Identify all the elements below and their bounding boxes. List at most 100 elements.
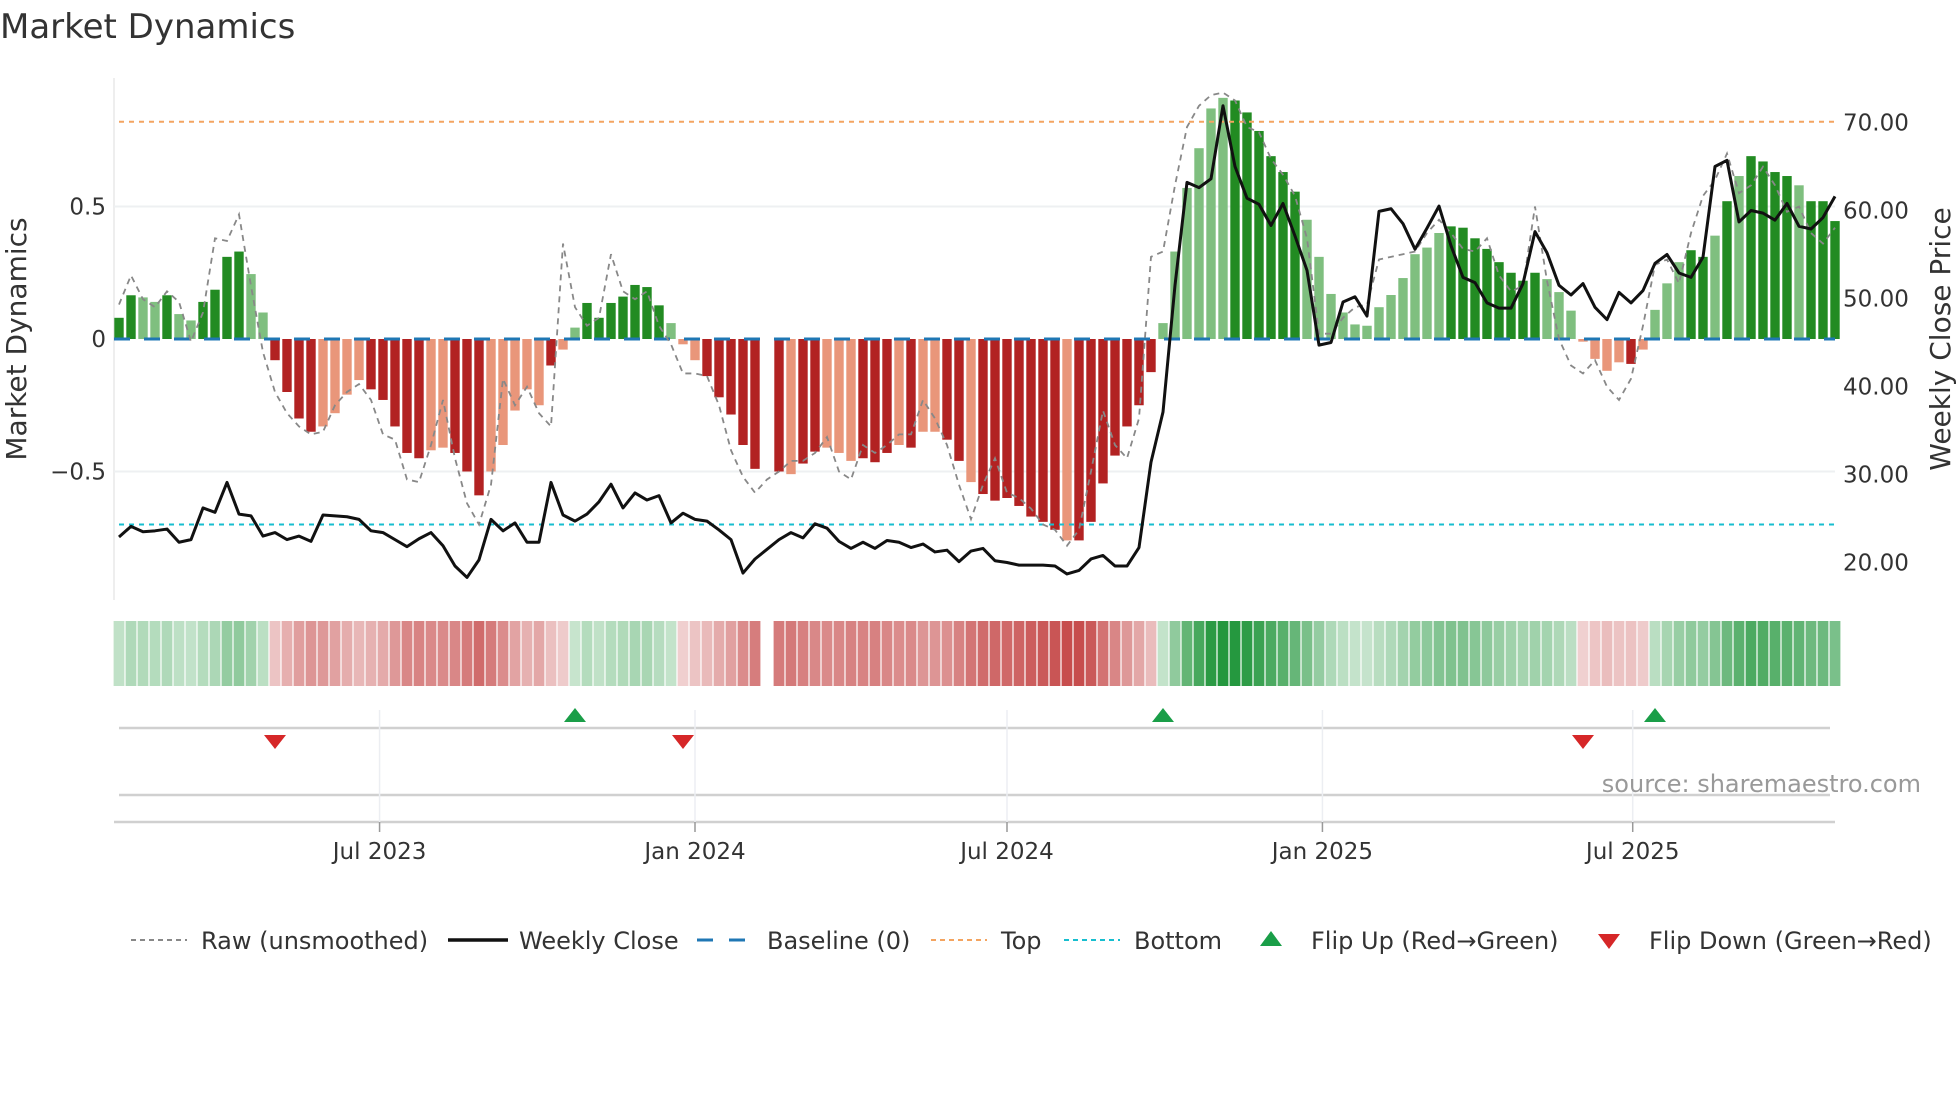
- heat-strip-cell: [1433, 621, 1445, 686]
- momentum-bar: [834, 339, 844, 453]
- heat-strip-cell: [1277, 621, 1289, 686]
- momentum-bar: [1242, 112, 1252, 339]
- heat-strip-cell: [1637, 621, 1649, 686]
- weekly-close-line: [118, 104, 1837, 579]
- heat-strip-cell: [857, 621, 869, 686]
- heat-strip-cell: [1769, 621, 1781, 686]
- momentum-bar: [1266, 156, 1276, 339]
- momentum-bar: [294, 339, 304, 419]
- heat-strip-cell: [1553, 621, 1565, 686]
- heat-strip-cell: [1829, 621, 1841, 686]
- heat-strip-cell: [341, 621, 353, 686]
- flip-up-marker: [564, 708, 586, 722]
- momentum-bar: [522, 339, 532, 390]
- momentum-bar: [282, 339, 292, 392]
- heat-strip-cell: [209, 621, 221, 686]
- momentum-bar: [126, 295, 136, 339]
- heat-strip-cell: [1337, 621, 1349, 686]
- heat-strip-cell: [425, 621, 437, 686]
- heat-strip-cell: [1649, 621, 1661, 686]
- heat-strip-cell: [1205, 621, 1217, 686]
- momentum-bar: [1290, 191, 1300, 339]
- heat-strip-cell: [329, 621, 341, 686]
- momentum-bar: [1710, 235, 1720, 339]
- legend-label-flip-up: Flip Up (Red→Green): [1311, 927, 1559, 955]
- heat-strip-cell: [1061, 621, 1073, 686]
- heat-strip-cell: [905, 621, 917, 686]
- momentum-bar: [774, 339, 784, 472]
- momentum-bar: [438, 339, 448, 448]
- heat-strip-cell: [161, 621, 173, 686]
- heat-strip-cell: [1037, 621, 1049, 686]
- heat-strip-cell: [125, 621, 137, 686]
- heat-strip-cell: [293, 621, 305, 686]
- heat-strip-cell: [965, 621, 977, 686]
- momentum-bar: [162, 295, 172, 339]
- flip-up-marker: [1152, 708, 1174, 722]
- heat-strip-cell: [1529, 621, 1541, 686]
- momentum-bar: [858, 339, 868, 459]
- momentum-bar: [1686, 250, 1696, 339]
- heat-strip-cell: [1085, 621, 1097, 686]
- y-axis-label: Market Dynamics: [0, 217, 33, 460]
- heat-strip-cell: [701, 621, 713, 686]
- momentum-bar: [618, 296, 628, 339]
- momentum-bar: [1134, 339, 1144, 406]
- heat-strip-cell: [1697, 621, 1709, 686]
- heat-strip-cell: [1541, 621, 1553, 686]
- heat-strip-cell: [1409, 621, 1421, 686]
- heat-strip-cell: [461, 621, 473, 686]
- momentum-bar: [690, 339, 700, 361]
- heat-strip-cell: [1265, 621, 1277, 686]
- x-tick-label: Jul 2024: [958, 839, 1054, 865]
- legend-label-top: Top: [1000, 927, 1042, 955]
- heat-strip-cell: [1229, 621, 1241, 686]
- momentum-bar: [1554, 292, 1564, 339]
- momentum-bar: [1158, 323, 1168, 339]
- momentum-bar: [1050, 339, 1060, 530]
- heat-strip-cell: [1661, 621, 1673, 686]
- momentum-bar: [1062, 339, 1072, 541]
- heat-strip-cell: [557, 621, 569, 686]
- heat-strip-cell: [929, 621, 941, 686]
- momentum-bar: [1278, 172, 1288, 339]
- heat-strip-cell: [1601, 621, 1613, 686]
- heat-strip-cell: [173, 621, 185, 686]
- momentum-bar: [222, 256, 232, 339]
- momentum-bar: [1782, 176, 1792, 339]
- legend-label-flip-down: Flip Down (Green→Red): [1649, 927, 1932, 955]
- momentum-bar: [1194, 148, 1204, 339]
- heat-strip-cell: [1421, 621, 1433, 686]
- heat-strip-cell: [1613, 621, 1625, 686]
- legend-label-baseline: Baseline (0): [767, 927, 910, 955]
- heat-strip-cell: [1253, 621, 1265, 686]
- heat-strip-cell: [797, 621, 809, 686]
- y2-tick-label: 50.00: [1843, 287, 1909, 313]
- heat-strip-cell: [185, 621, 197, 686]
- y2-tick-label: 60.00: [1843, 199, 1909, 225]
- legend-label-bottom: Bottom: [1134, 927, 1222, 955]
- legend-label-close: Weekly Close: [519, 927, 679, 955]
- momentum-bar: [1350, 324, 1360, 339]
- heat-strip-cell: [509, 621, 521, 686]
- legend: Raw (unsmoothed) Weekly Close Baseline (0)…: [131, 927, 1932, 955]
- heat-strip-cell: [953, 621, 965, 686]
- momentum-bar: [702, 339, 712, 377]
- heat-strip-cell: [1217, 621, 1229, 686]
- momentum-bar: [450, 339, 460, 453]
- momentum-bar: [270, 339, 280, 361]
- momentum-bar: [534, 339, 544, 406]
- heat-strip-cell: [821, 621, 833, 686]
- heat-strip-cell: [869, 621, 881, 686]
- momentum-bar: [1614, 339, 1624, 363]
- heat-strip-cell: [1805, 621, 1817, 686]
- momentum-bar: [1566, 310, 1576, 339]
- momentum-bar: [138, 297, 148, 339]
- momentum-bar: [1254, 130, 1264, 339]
- momentum-bar: [174, 314, 184, 339]
- momentum-bar: [1602, 339, 1612, 371]
- momentum-bar: [150, 301, 160, 339]
- heat-strip-cell: [1517, 621, 1529, 686]
- momentum-bar: [1386, 295, 1396, 339]
- momentum-bar: [1014, 339, 1024, 506]
